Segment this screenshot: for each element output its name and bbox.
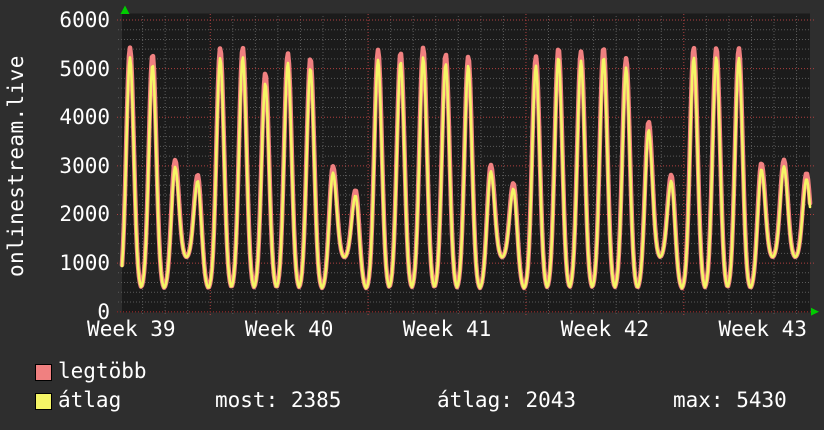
stat-atlag-average: átlag: 2043	[437, 388, 577, 412]
x-axis-arrow-icon	[811, 307, 819, 316]
y-tick-label: 2000	[59, 202, 110, 227]
y-tick-label: 4000	[59, 105, 110, 130]
x-tick-label: Week 41	[402, 317, 492, 341]
x-tick-label: Week 40	[244, 317, 334, 341]
y-tick-label: 5000	[59, 56, 110, 81]
legend-label-legtobb: legtöbb	[58, 359, 147, 383]
x-tick-label: Week 42	[560, 317, 650, 341]
x-tick-label: Week 43	[718, 317, 807, 341]
legend-label-atlag: átlag	[58, 388, 122, 412]
rrd-monitoring-graph: onlinestream.live 0 1000 2000 3000 4000 5000 6…	[0, 0, 824, 430]
y-tick-label: 6000	[59, 8, 110, 32]
legend-swatch-legtobb	[35, 364, 52, 381]
stat-most-current: most: 2385	[215, 388, 342, 412]
legend-swatch-atlag	[35, 393, 52, 410]
y-tick-label: 1000	[59, 251, 110, 276]
chart-plot-area	[117, 5, 819, 316]
y-axis-arrow-icon	[120, 5, 130, 14]
x-tick-label: Week 39	[87, 317, 176, 341]
stat-max: max: 5430	[673, 388, 787, 412]
y-tick-label: 3000	[59, 153, 110, 178]
